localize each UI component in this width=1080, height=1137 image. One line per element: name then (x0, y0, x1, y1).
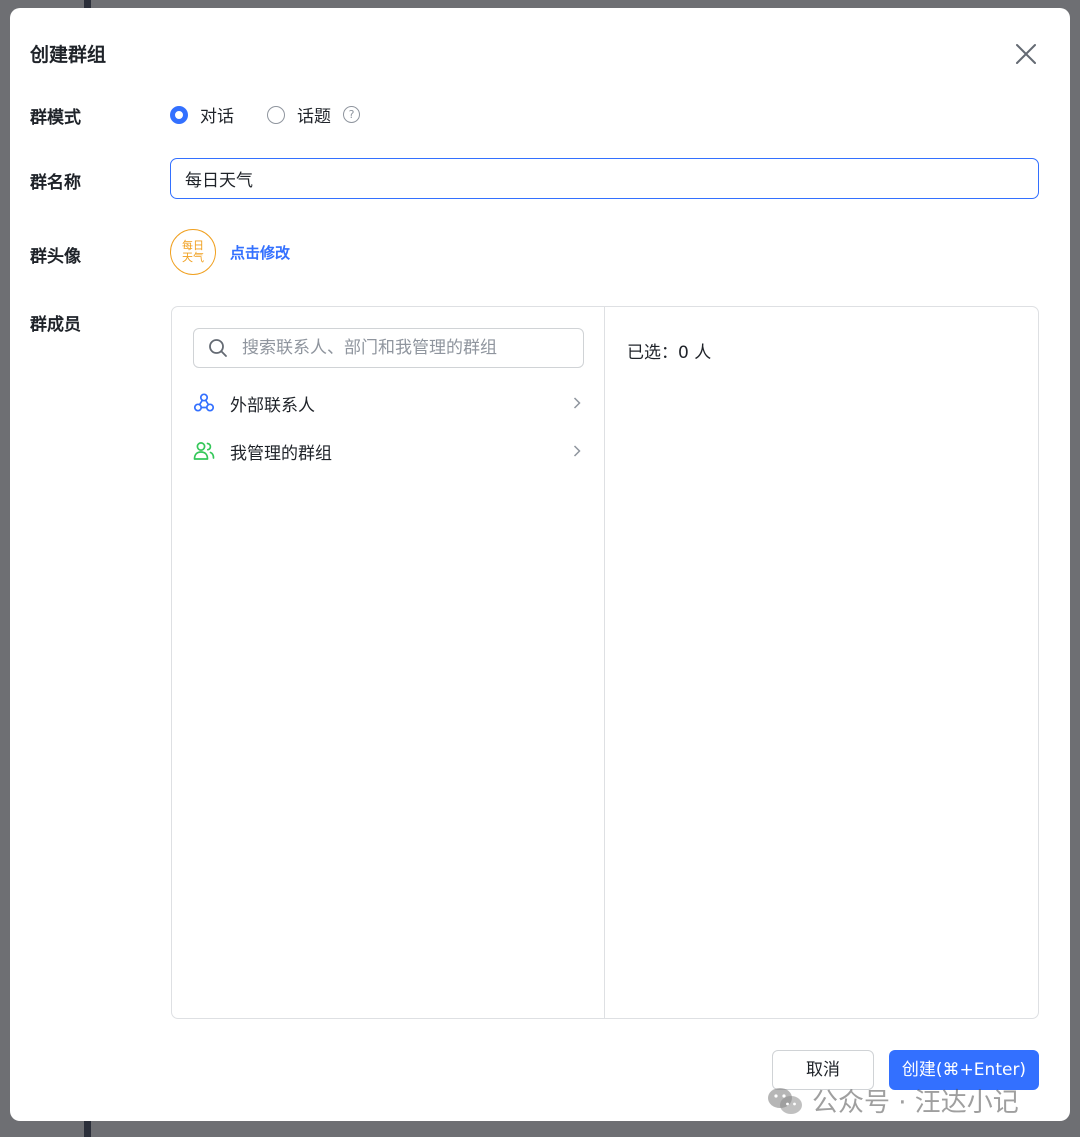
mode-option-label: 话题 (297, 107, 331, 127)
dialog-title: 创建群组 (30, 44, 107, 66)
radio-unselected-icon[interactable] (267, 105, 285, 124)
watermark-text: 公众号 · 汪达小记 (812, 1088, 1019, 1118)
group-avatar[interactable]: 每日 天气 (170, 229, 216, 275)
background-window-edge-bottom (84, 1121, 91, 1137)
external-contacts-icon (193, 393, 215, 412)
member-search-box[interactable] (193, 328, 584, 368)
group-avatar-label: 群头像 (30, 247, 81, 267)
selected-count: 已选：0 人 (627, 343, 712, 363)
list-item-managed-groups[interactable]: 我管理的群组 (192, 435, 584, 467)
create-group-dialog: 创建群组 群模式 对话 话题 ? 群名称 群头像 每日 天气 点击修改 群成员 (10, 8, 1070, 1121)
edit-avatar-link[interactable]: 点击修改 (230, 242, 290, 263)
member-picker: 外部联系人 我管理的群组 已选：0 人 (171, 306, 1039, 1019)
search-icon (209, 339, 227, 357)
list-item-external-contacts[interactable]: 外部联系人 (192, 387, 584, 419)
help-icon[interactable]: ? (343, 106, 360, 123)
member-source-panel: 外部联系人 我管理的群组 (172, 307, 605, 1018)
chevron-right-icon (573, 397, 581, 409)
group-name-label: 群名称 (30, 173, 81, 193)
managed-groups-icon (193, 442, 215, 460)
close-icon[interactable] (1014, 42, 1038, 66)
group-members-label: 群成员 (30, 315, 81, 335)
wechat-icon (768, 1087, 802, 1114)
member-search-input[interactable] (240, 337, 574, 359)
chevron-right-icon (573, 445, 581, 457)
mode-option-dialog[interactable]: 对话 (170, 102, 234, 127)
background-window-edge-top (84, 0, 91, 8)
list-item-label: 我管理的群组 (230, 443, 332, 464)
mode-option-topic[interactable]: 话题 ? (267, 102, 360, 127)
avatar-text-line2: 天气 (182, 251, 204, 264)
group-name-input[interactable] (170, 158, 1039, 199)
group-mode-label: 群模式 (30, 108, 81, 128)
list-item-label: 外部联系人 (230, 395, 315, 416)
mode-option-label: 对话 (200, 107, 234, 127)
watermark: 公众号 · 汪达小记 (766, 1082, 1019, 1119)
radio-selected-icon[interactable] (170, 105, 188, 124)
